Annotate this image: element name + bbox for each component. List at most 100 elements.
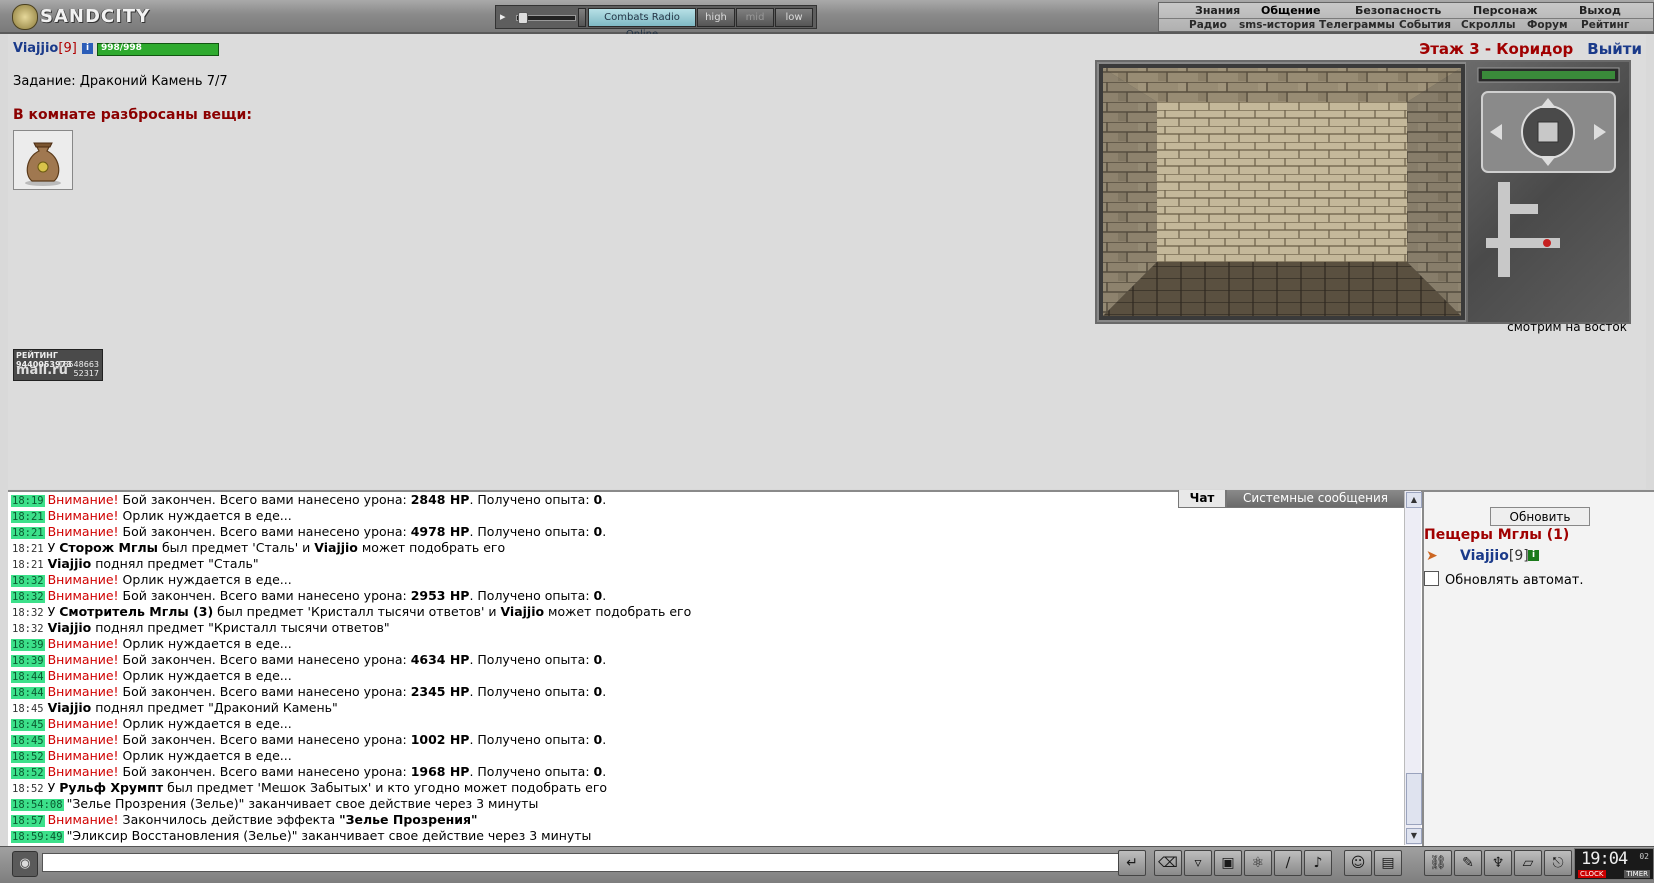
menu-security[interactable]: Безопасность [1355, 4, 1441, 17]
chat-text: Viajjio [47, 620, 92, 635]
chat-timestamp[interactable]: 18:21 [11, 511, 45, 523]
chat-log[interactable]: 18:19 Внимание! Бой закончен. Всего вами … [11, 492, 1401, 848]
chat-line: 18:21 Viajjio поднял предмет "Сталь" [11, 556, 1401, 572]
chat-timestamp[interactable]: 18:45 [11, 735, 45, 747]
logo[interactable]: SANDCITY [8, 3, 158, 30]
chat-timestamp[interactable]: 18:52 [11, 767, 45, 779]
menu-character[interactable]: Персонаж [1473, 4, 1538, 17]
auto-refresh: Обновлять автомат. [1424, 571, 1584, 588]
chat-panel: 18:19 Внимание! Бой закончен. Всего вами … [8, 490, 1422, 848]
timer-label[interactable]: TIMER [1624, 870, 1650, 878]
menu-knowledge[interactable]: Знания [1195, 4, 1240, 17]
scroll-thumb[interactable] [1406, 773, 1422, 825]
chat-timestamp[interactable]: 18:54:08 [11, 799, 64, 811]
chat-line: 18:52 Внимание! Бой закончен. Всего вами … [11, 764, 1401, 780]
chat-timestamp[interactable]: 18:21 [11, 543, 45, 555]
exit-link[interactable]: Выйти [1587, 40, 1642, 58]
chat-text: Viajjio [47, 700, 92, 715]
private-message-icon[interactable]: ➤ [1426, 548, 1446, 564]
scroll-map-icon[interactable]: ✎ [1454, 850, 1482, 876]
volume-knob[interactable] [518, 12, 528, 24]
chat-scrollbar[interactable]: ▲ ▼ [1404, 491, 1422, 845]
chat-timestamp[interactable]: 18:45 [11, 703, 45, 715]
online-user-name[interactable]: Viajjio[9] [1460, 548, 1529, 564]
chat-mode-icon[interactable]: ◉ [12, 851, 38, 877]
chat-timestamp[interactable]: 18:21 [11, 559, 45, 571]
chat-attention: Внимание! [47, 732, 119, 747]
room-item-bag[interactable] [13, 130, 73, 190]
chat-timestamp[interactable]: 18:21 [11, 527, 45, 539]
chat-timestamp[interactable]: 18:52 [11, 751, 45, 763]
filter-icon[interactable]: ▿ [1184, 850, 1212, 876]
chat-timestamp[interactable]: 18:32 [11, 623, 45, 635]
chat-line: 18:59:49 "Эликсир Восстановления (Зелье)"… [11, 828, 1401, 844]
music-icon[interactable]: ♪ [1304, 850, 1332, 876]
logo-text: SANDCITY [40, 6, 151, 27]
submenu-sms-history[interactable]: sms-история [1239, 19, 1315, 31]
chat-attention: Внимание! [47, 588, 119, 603]
chat-text: Viajjio [500, 604, 545, 619]
menu-communication[interactable]: Общение [1261, 4, 1320, 17]
chat-timestamp[interactable]: 18:32 [11, 575, 45, 587]
chat-text: Бой закончен. Всего вами нанесено урона: [118, 732, 411, 747]
bag-icon[interactable]: ⛓ [1424, 850, 1452, 876]
online-panel [1422, 490, 1654, 848]
tab-chat[interactable]: Чат [1178, 490, 1226, 508]
chat-timestamp[interactable]: 18:57 [11, 815, 45, 827]
rating-counter[interactable]: РЕЙТИНГ 9440053973 mail.ru 18548663 52317 [13, 349, 103, 381]
submenu-telegrams[interactable]: Телеграммы [1319, 19, 1395, 31]
submenu-radio[interactable]: Радио [1189, 19, 1227, 31]
chat-timestamp[interactable]: 18:44 [11, 687, 45, 699]
radio-low-button[interactable]: low [775, 8, 813, 27]
scroll-up-icon[interactable]: ▲ [1406, 492, 1422, 508]
game-clock: 19:04 02 CLOCK TIMER [1574, 848, 1654, 880]
translit-icon[interactable]: ∕ [1274, 850, 1302, 876]
chat-timestamp[interactable]: 18:32 [11, 591, 45, 603]
location-header: Этаж 3 - Коридор Выйти [1352, 40, 1642, 58]
speaker-icon[interactable]: ▸ [500, 10, 514, 24]
chat-text: 0 [593, 684, 603, 699]
submenu-events[interactable]: События [1399, 19, 1451, 31]
hp-text: 998/998 [101, 43, 142, 53]
chat-line: 18:45 Viajjio поднял предмет "Драконий Ка… [11, 700, 1401, 716]
scroll-icon[interactable]: ▤ [1374, 850, 1402, 876]
chat-timestamp[interactable]: 18:59:49 [11, 831, 64, 843]
dance-icon[interactable]: ⚛ [1244, 850, 1272, 876]
radio-mid-button[interactable]: mid [736, 8, 774, 27]
chat-line: 18:32 У Смотритель Мглы (3) был предмет '… [11, 604, 1401, 620]
radio-station-button[interactable]: Combats Radio Online [588, 8, 696, 40]
chat-timestamp[interactable]: 18:52 [11, 783, 45, 795]
refresh-button[interactable]: Обновить [1490, 507, 1590, 526]
chat-timestamp[interactable]: 18:39 [11, 639, 45, 651]
save-icon[interactable]: ▣ [1214, 850, 1242, 876]
exit-door-icon[interactable]: ⎋ [1544, 850, 1572, 876]
eraser-icon[interactable]: ⌫ [1154, 850, 1182, 876]
auto-refresh-checkbox[interactable] [1424, 571, 1439, 586]
scroll-down-icon[interactable]: ▼ [1406, 828, 1422, 844]
chat-timestamp[interactable]: 18:19 [11, 495, 45, 507]
submenu-scrolls[interactable]: Скроллы [1461, 19, 1515, 31]
chat-message-input[interactable] [42, 853, 1120, 872]
smile-icon[interactable]: ☺ [1344, 850, 1372, 876]
submenu-rating[interactable]: Рейтинг [1581, 19, 1629, 31]
info-icon[interactable]: i [82, 43, 93, 54]
wings-icon[interactable]: ♆ [1484, 850, 1512, 876]
menu-logout[interactable]: Выход [1579, 4, 1621, 17]
submenu-forum[interactable]: Форум [1527, 19, 1568, 31]
enter-icon[interactable]: ↵ [1118, 850, 1146, 876]
radio-high-button[interactable]: high [697, 8, 735, 27]
tab-system-messages[interactable]: Системные сообщения [1226, 490, 1405, 508]
minimap [1477, 67, 1620, 277]
clock-label[interactable]: CLOCK [1578, 870, 1606, 878]
chat-timestamp[interactable]: 18:44 [11, 671, 45, 683]
chat-timestamp[interactable]: 18:39 [11, 655, 45, 667]
chest-icon[interactable]: ▱ [1514, 850, 1542, 876]
chat-text: 0 [593, 732, 603, 747]
chat-timestamp[interactable]: 18:32 [11, 607, 45, 619]
chat-text: . [602, 764, 607, 779]
chat-text: Орлик нуждается в еде... [118, 716, 292, 731]
chat-text: Орлик нуждается в еде... [118, 572, 292, 587]
player-name[interactable]: Viajjio [13, 41, 58, 56]
chat-timestamp[interactable]: 18:45 [11, 719, 45, 731]
online-user-info-icon[interactable]: i [1528, 550, 1539, 561]
